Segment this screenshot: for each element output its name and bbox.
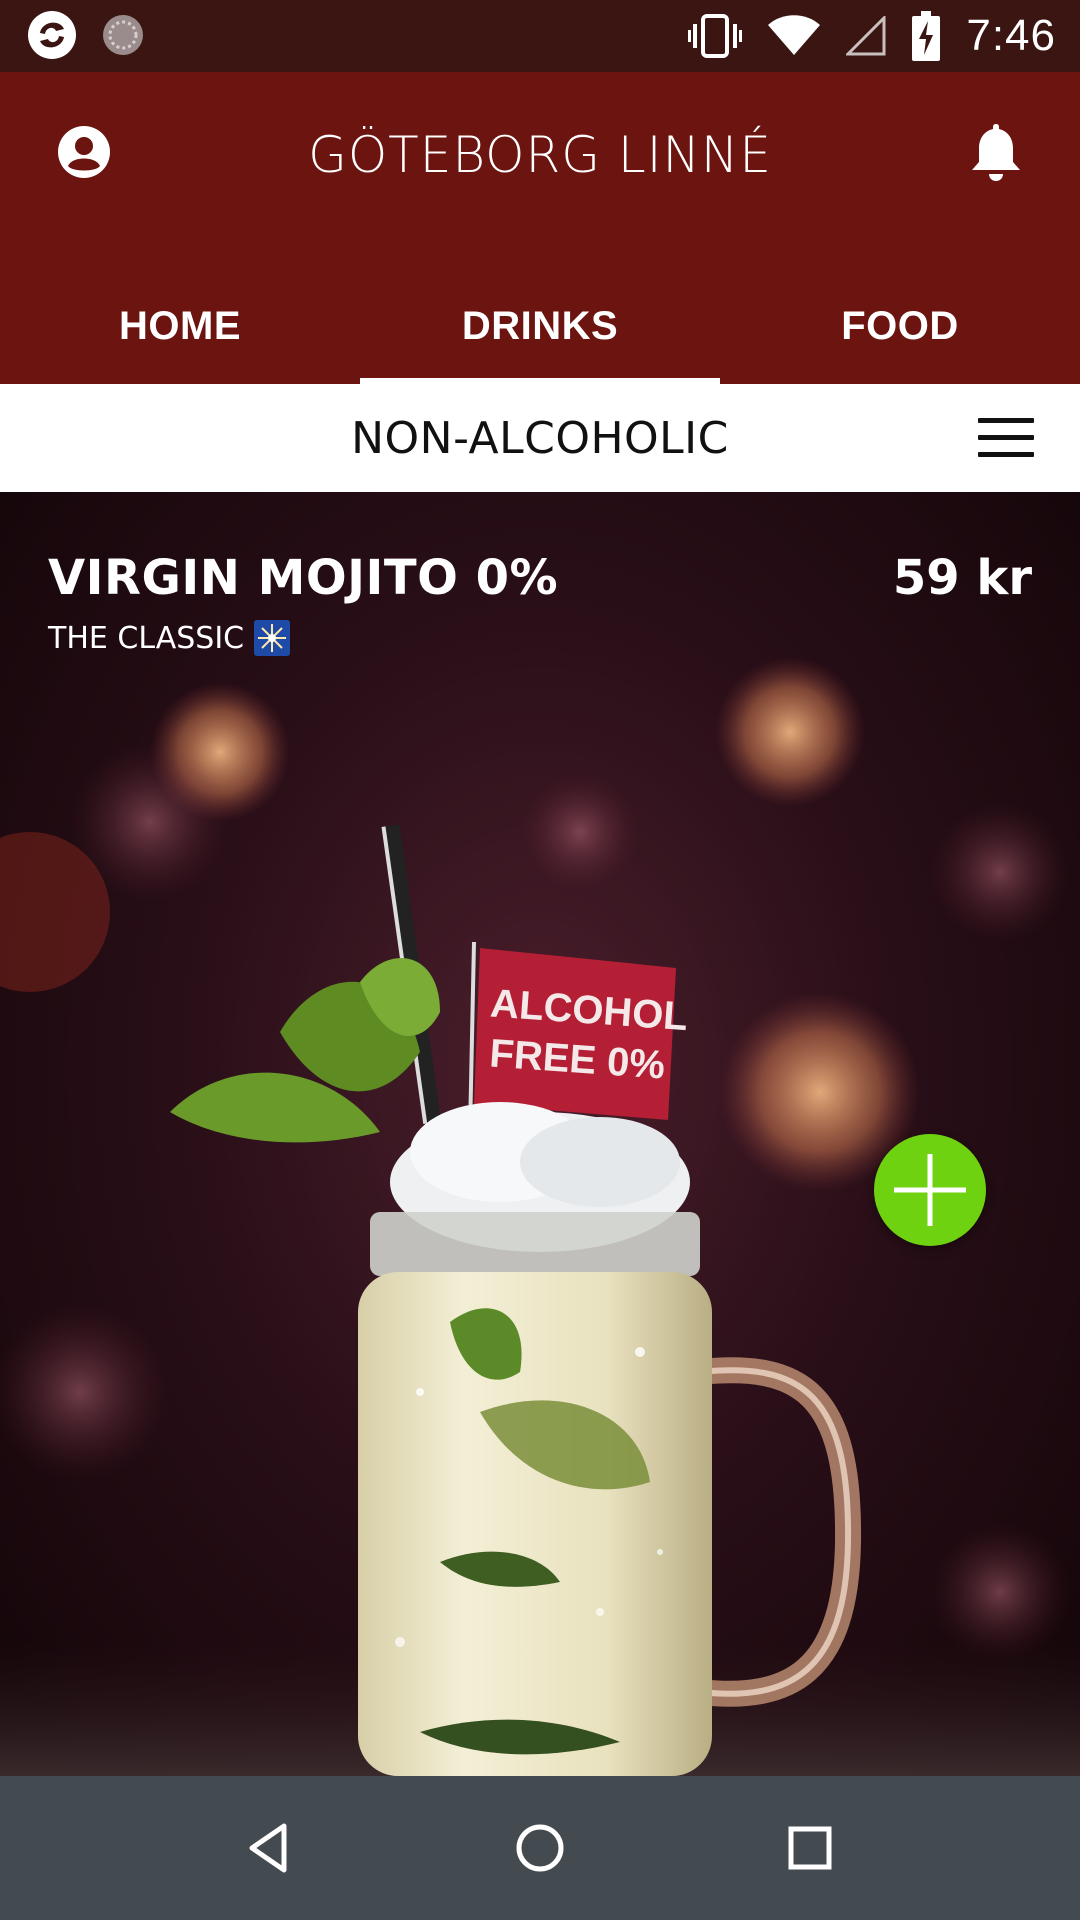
app-title: GÖTEBORG LINNÉ: [308, 126, 772, 184]
app-logo-icon: [28, 11, 76, 59]
screen: 7:46 GÖTEBORG LINNÉ HOME DRINKS FOOD NON…: [0, 0, 1080, 1920]
signal-icon: [846, 16, 886, 56]
product-subtitle: THE CLASSIC: [48, 620, 291, 656]
wifi-icon: [768, 15, 821, 55]
system-nav-bar: [0, 1776, 1080, 1920]
product-name: VIRGIN MOJITO 0%: [48, 550, 559, 606]
sync-icon: [103, 15, 143, 55]
status-left: [26, 9, 146, 61]
product-card[interactable]: ALCOHOL FREE 0% VIRGIN MOJITO 0% THE CLA…: [0, 492, 1080, 1776]
tab-home[interactable]: HOME: [0, 268, 360, 384]
vibrate-icon: [688, 14, 743, 58]
product-price: 59 kr: [892, 550, 1032, 606]
back-icon[interactable]: [234, 1812, 306, 1884]
status-time: 7:46: [966, 11, 1056, 60]
tab-food-label: FOOD: [841, 303, 959, 348]
tab-drinks-label: DRINKS: [461, 303, 619, 348]
category-bar: NON-ALCOHOLIC: [0, 384, 1080, 492]
tab-drinks[interactable]: DRINKS: [360, 268, 720, 384]
sparkle-icon: [254, 620, 291, 656]
category-title: NON-ALCOHOLIC: [351, 412, 729, 464]
tab-home-label: HOME: [119, 303, 241, 348]
status-bar: 7:46: [0, 0, 1080, 72]
status-right: 7:46: [688, 0, 1056, 72]
plus-icon: [894, 1154, 966, 1226]
hamburger-menu-icon[interactable]: [978, 418, 1034, 458]
home-icon[interactable]: [504, 1812, 576, 1884]
add-to-cart-button[interactable]: [874, 1134, 986, 1246]
tab-bar: HOME DRINKS FOOD: [0, 268, 1080, 384]
battery-charging-icon: [912, 11, 941, 61]
recents-icon[interactable]: [774, 1812, 846, 1884]
product-subtitle-text: THE CLASSIC: [48, 620, 245, 656]
tab-food[interactable]: FOOD: [720, 268, 1080, 384]
app-bar: GÖTEBORG LINNÉ HOME DRINKS FOOD: [0, 72, 1080, 384]
bell-icon[interactable]: [966, 120, 1026, 184]
